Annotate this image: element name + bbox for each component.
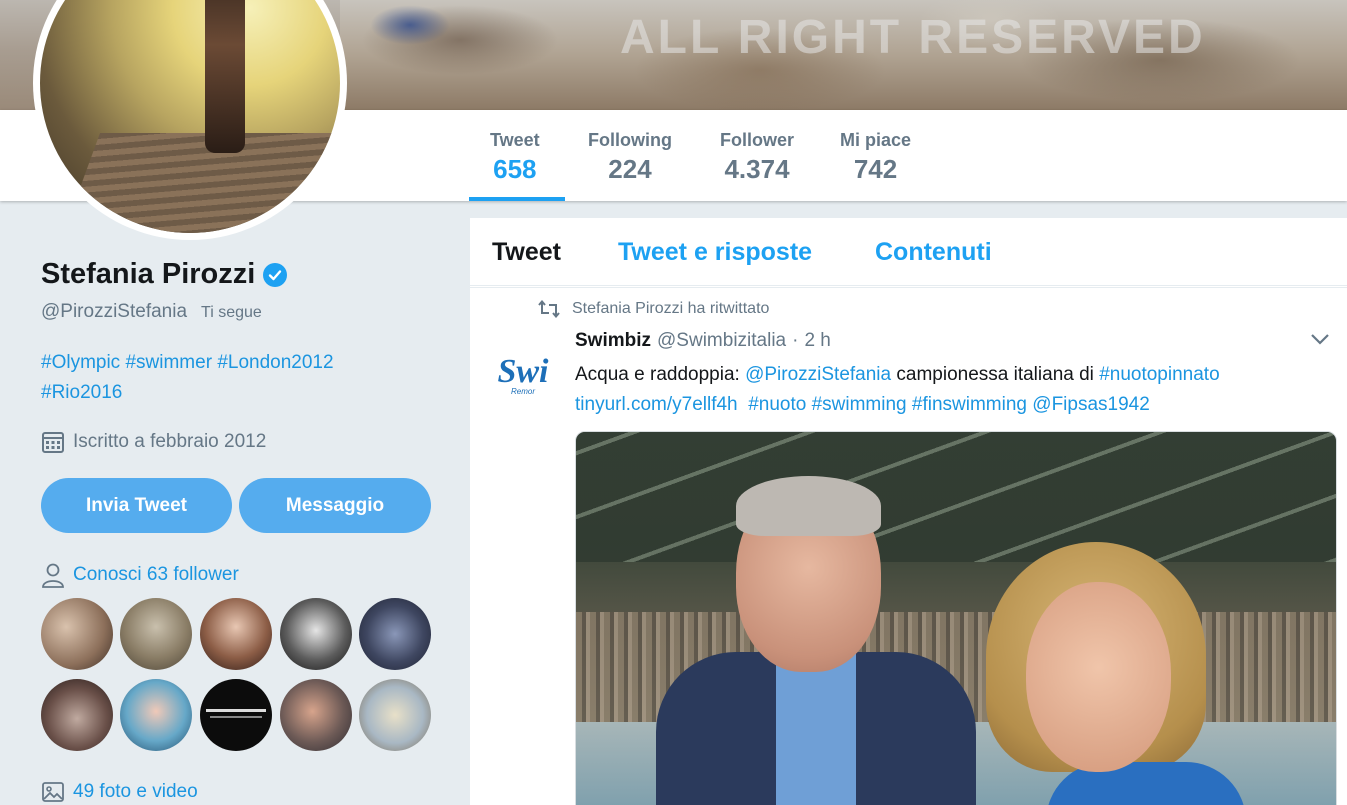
- retweet-icon: [538, 300, 560, 318]
- photo-man-hair: [736, 476, 881, 536]
- stat-likes-label: Mi piace: [840, 130, 912, 150]
- tweet-text: Acqua e raddoppia: @PirozziStefania camp…: [575, 360, 1295, 420]
- tweet-author-avatar-sublogo: Remor: [510, 386, 535, 396]
- tweet-author-name[interactable]: Swimbiz: [575, 330, 651, 352]
- photos-videos-text: 49 foto e video: [73, 781, 198, 802]
- avatar-figure: [205, 0, 245, 153]
- stat-followers-label: Follower: [720, 130, 795, 150]
- tweet-author-handle[interactable]: @Swimbizitalia: [657, 330, 786, 352]
- profile-card: Stefania Pirozzi @PirozziStefania Ti seg…: [41, 258, 441, 323]
- stat-followers[interactable]: Follower 4.374: [720, 130, 794, 185]
- known-followers-text: Conosci 63 follower: [73, 564, 239, 585]
- profile-bio: #Olympic #swimmer #London2012 #Rio2016: [41, 348, 401, 408]
- tweet-separator: ·: [792, 330, 799, 351]
- follower-avatar[interactable]: [359, 679, 431, 751]
- tweet[interactable]: Stefania Pirozzi ha ritwittato Swi Remor…: [470, 287, 1347, 805]
- tweet-author-avatar[interactable]: Swi Remor: [487, 340, 559, 412]
- photo-woman-face: [1026, 582, 1171, 772]
- tweet-mention[interactable]: @Fipsas1942: [1032, 394, 1150, 415]
- follower-avatar[interactable]: [280, 679, 352, 751]
- profile-handle[interactable]: @PirozziStefania: [41, 301, 187, 323]
- follower-avatar-text-mark: [210, 716, 262, 718]
- tweet-header: Swimbiz @Swimbizitalia · 2 h: [575, 330, 831, 352]
- tweet-timestamp[interactable]: 2 h: [804, 330, 830, 352]
- verified-badge-icon: [263, 262, 288, 287]
- stat-followers-value: 4.374: [724, 154, 790, 184]
- bio-hashtag-london2012[interactable]: #London2012: [217, 352, 333, 373]
- follower-avatar[interactable]: [120, 679, 192, 751]
- stat-following-label: Following: [588, 130, 672, 150]
- tweet-hashtag[interactable]: #finswimming: [912, 394, 1027, 415]
- calendar-icon: [42, 432, 64, 453]
- chevron-down-icon[interactable]: [1310, 332, 1330, 346]
- banner-watermark: ALL RIGHT RESERVED: [620, 11, 1206, 64]
- follower-avatar[interactable]: [200, 598, 272, 670]
- follower-avatar[interactable]: [41, 598, 113, 670]
- tweet-text-prefix: Acqua e raddoppia:: [575, 364, 746, 385]
- tweet-hashtag[interactable]: #nuotopinnato: [1099, 364, 1219, 385]
- message-button[interactable]: Messaggio: [239, 478, 431, 533]
- join-date-text: Iscritto a febbraio 2012: [73, 431, 267, 452]
- photo-person-woman: [986, 542, 1246, 805]
- follower-avatar[interactable]: [280, 598, 352, 670]
- stat-following-value: 224: [608, 154, 652, 184]
- follower-avatar-text-mark: [206, 709, 266, 712]
- known-followers-link[interactable]: Conosci 63 follower: [41, 562, 239, 588]
- tab-tweets-replies[interactable]: Tweet e risposte: [618, 238, 812, 267]
- timeline: Tweet Tweet e risposte Contenuti Stefani…: [470, 218, 1347, 805]
- join-date: Iscritto a febbraio 2012: [41, 430, 266, 454]
- photo-man-shirt: [776, 652, 856, 805]
- timeline-tabs: Tweet Tweet e risposte Contenuti: [470, 218, 1347, 286]
- tweet-text-middle: campionessa italiana di: [891, 364, 1100, 385]
- follower-avatar[interactable]: [41, 679, 113, 751]
- stat-tweets[interactable]: Tweet 658: [490, 130, 540, 185]
- follower-avatar[interactable]: [120, 598, 192, 670]
- retweet-context-text[interactable]: Stefania Pirozzi ha ritwittato: [572, 300, 769, 318]
- profile-name[interactable]: Stefania Pirozzi: [41, 258, 255, 291]
- tweet-photo[interactable]: [575, 431, 1337, 805]
- image-icon: [42, 782, 64, 802]
- stat-likes-value: 742: [853, 154, 898, 184]
- photos-videos-link[interactable]: 49 foto e video: [41, 780, 198, 804]
- tab-tweets[interactable]: Tweet: [492, 238, 561, 267]
- follows-you-badge: Ti segue: [201, 304, 262, 321]
- stat-tweets-value: 658: [493, 154, 537, 184]
- tweet-hashtag[interactable]: #nuoto: [748, 394, 806, 415]
- stat-following[interactable]: Following 224: [588, 130, 672, 185]
- bio-hashtag-rio2016[interactable]: #Rio2016: [41, 382, 122, 403]
- retweet-context: Stefania Pirozzi ha ritwittato: [538, 300, 769, 318]
- stat-likes[interactable]: Mi piace 742: [840, 130, 911, 185]
- tweet-mention[interactable]: @PirozziStefania: [745, 364, 891, 385]
- tweet-author-avatar-logo: Swi: [497, 352, 549, 390]
- avatar[interactable]: [40, 0, 340, 233]
- follower-avatar[interactable]: [200, 679, 272, 751]
- follower-avatar[interactable]: [359, 598, 431, 670]
- photo-person-man: [656, 476, 976, 805]
- bio-hashtag-swimmer[interactable]: #swimmer: [125, 352, 212, 373]
- tweet-hashtag[interactable]: #swimming: [812, 394, 907, 415]
- avatar-boardwalk: [59, 133, 340, 233]
- tweet-to-button[interactable]: Invia Tweet: [41, 478, 232, 533]
- tab-media[interactable]: Contenuti: [875, 238, 992, 267]
- active-stat-underline: [469, 197, 565, 201]
- person-icon: [42, 563, 64, 588]
- bio-hashtag-olympic[interactable]: #Olympic: [41, 352, 120, 373]
- tweet-url[interactable]: tinyurl.com/y7ellf4h: [575, 394, 738, 415]
- stat-tweets-label: Tweet: [490, 130, 540, 150]
